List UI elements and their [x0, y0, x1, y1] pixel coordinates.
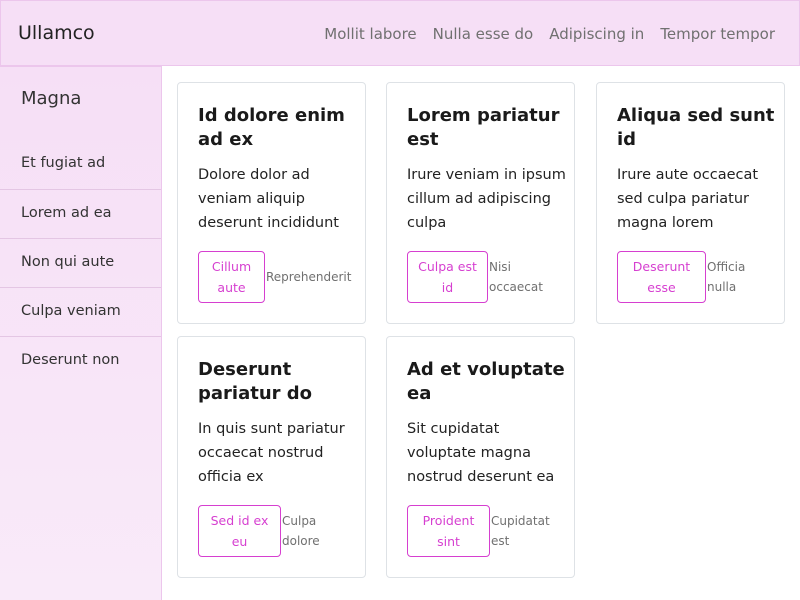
card: Ad et voluptate ea Sit cupidatat volupta… [386, 336, 575, 578]
nav-link-mollit-labore[interactable]: Mollit labore [324, 25, 416, 43]
card-text: In quis sunt pariatur occaecat nostrud o… [198, 421, 345, 485]
card-footer: Cillum aute Reprehenderit [198, 251, 351, 303]
card-text: Sit cupidatat voluptate magna nostrud de… [407, 421, 555, 485]
card-text: Dolore dolor ad veniam aliquip deserunt … [198, 167, 339, 231]
card-title: Id dolore enim ad ex [198, 105, 345, 150]
card-title: Deserunt pariatur do [198, 359, 313, 404]
sidebar-item-et-fugiat-ad[interactable]: Et fugiat ad [0, 141, 161, 189]
card-footer: Proident sint Cupidatat est [407, 505, 551, 557]
sidebar-item-lorem-ad-ea[interactable]: Lorem ad ea [0, 189, 161, 238]
card-meta: Reprehenderit [266, 270, 352, 284]
card-meta: Culpa dolore [282, 514, 320, 548]
card-text: Irure aute occaecat sed culpa pariatur m… [617, 167, 759, 231]
top-navbar: Ullamco Mollit labore Nulla esse do Adip… [0, 0, 800, 66]
card-meta: Nisi occaecat [489, 260, 543, 294]
sidebar-title: Magna [21, 88, 82, 109]
sidebar-item-culpa-veniam[interactable]: Culpa veniam [0, 287, 161, 336]
card-title: Aliqua sed sunt id [617, 105, 775, 150]
card-button[interactable]: Sed id ex eu [198, 505, 281, 557]
card-title: Ad et voluptate ea [407, 359, 565, 404]
card-button[interactable]: Proident sint [407, 505, 490, 557]
sidebar-item-non-qui-aute[interactable]: Non qui aute [0, 238, 161, 287]
brand-logo[interactable]: Ullamco [18, 22, 95, 44]
card-meta: Officia nulla [707, 260, 746, 294]
sidebar-list: Et fugiat ad Lorem ad ea Non qui aute Cu… [0, 141, 161, 385]
card-footer: Deserunt esse Officia nulla [617, 251, 752, 303]
card-button[interactable]: Cillum aute [198, 251, 265, 303]
sidebar: Magna Et fugiat ad Lorem ad ea Non qui a… [0, 66, 162, 600]
card-meta: Cupidatat est [491, 514, 550, 548]
sidebar-item-deserunt-non[interactable]: Deserunt non [0, 336, 161, 385]
card-footer: Sed id ex eu Culpa dolore [198, 505, 337, 557]
nav-links: Mollit labore Nulla esse do Adipiscing i… [324, 25, 775, 43]
card-title: Lorem pariatur est [407, 105, 560, 150]
card: Id dolore enim ad ex Dolore dolor ad ven… [177, 82, 366, 324]
card-button[interactable]: Deserunt esse [617, 251, 706, 303]
card: Deserunt pariatur do In quis sunt pariat… [177, 336, 366, 578]
card-text: Irure veniam in ipsum cillum ad adipisci… [407, 167, 566, 231]
nav-link-tempor-tempor[interactable]: Tempor tempor [660, 25, 775, 43]
card-button[interactable]: Culpa est id [407, 251, 488, 303]
card: Aliqua sed sunt id Irure aute occaecat s… [596, 82, 785, 324]
nav-link-adipiscing-in[interactable]: Adipiscing in [549, 25, 644, 43]
card: Lorem pariatur est Irure veniam in ipsum… [386, 82, 575, 324]
nav-link-nulla-esse-do[interactable]: Nulla esse do [433, 25, 534, 43]
card-footer: Culpa est id Nisi occaecat [407, 251, 549, 303]
